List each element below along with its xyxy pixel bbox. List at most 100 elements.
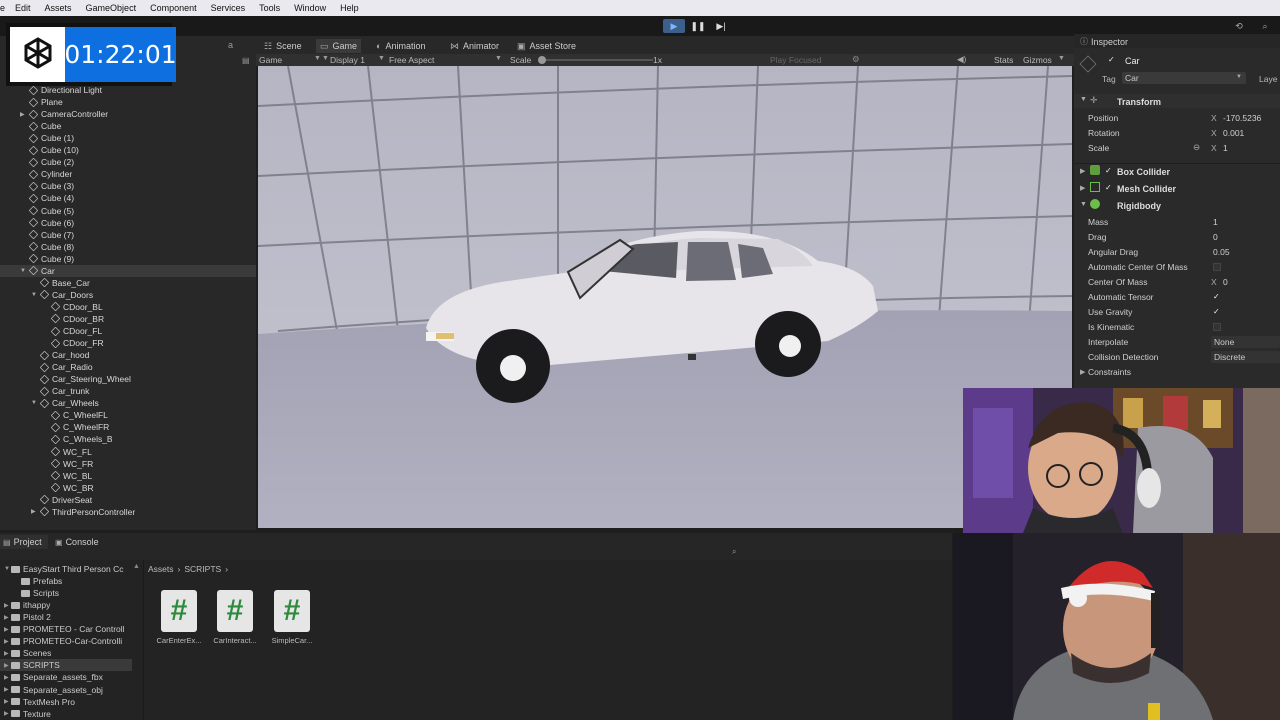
constraints-label[interactable]: Constraints <box>1088 367 1131 379</box>
angular-drag-field[interactable]: 0.05 <box>1213 247 1230 259</box>
expand-right-icon[interactable]: ▶ <box>4 674 11 681</box>
script-asset[interactable]: # SimpleCar... <box>264 590 320 652</box>
hierarchy-item[interactable]: Cube (3) <box>20 180 74 192</box>
display-dropdown[interactable]: Display 1 <box>330 55 365 65</box>
hierarchy-item[interactable]: Cube (5) <box>20 205 74 217</box>
tab-animator[interactable]: ⋈ Animator <box>446 39 503 53</box>
project-folder-item[interactable]: ▶ Pistol 2 <box>4 611 51 623</box>
hierarchy-item[interactable]: Cube (8) <box>20 241 74 253</box>
project-folder-item[interactable]: ▼ EasyStart Third Person Cc <box>4 563 123 575</box>
script-asset[interactable]: # CarInteract... <box>207 590 263 652</box>
menu-item[interactable]: Help <box>334 3 367 13</box>
hierarchy-item[interactable]: ▶ CameraController <box>20 108 108 120</box>
project-folder-item[interactable]: ▶ Separate_assets_obj <box>4 684 103 696</box>
audio-icon[interactable]: ◀) <box>957 54 966 65</box>
aspect-dropdown[interactable]: Free Aspect <box>389 55 434 65</box>
menu-item[interactable]: Tools <box>253 3 288 13</box>
hierarchy-menu-icon[interactable]: ▤ <box>242 56 250 65</box>
transform-header[interactable]: Transform <box>1117 97 1161 107</box>
tab-project[interactable]: ▤ Project <box>0 535 48 549</box>
hierarchy-item[interactable]: CDoor_FR <box>42 337 104 349</box>
step-icon[interactable]: ▶| <box>710 19 732 33</box>
project-folder-item[interactable]: Scripts <box>14 587 59 599</box>
settings-gear-icon[interactable]: ⚙ <box>852 54 860 65</box>
transform-fold-icon[interactable]: ▼ <box>1080 96 1087 103</box>
constraints-fold-icon[interactable]: ▶ <box>1080 368 1085 376</box>
scale-slider[interactable] <box>538 56 653 64</box>
expand-right-icon[interactable]: ▶ <box>4 602 11 609</box>
project-folder-item[interactable]: Prefabs <box>14 575 62 587</box>
project-folder-item[interactable]: ▶ Scenes <box>4 647 51 659</box>
play-icon[interactable]: ▶ <box>663 19 685 33</box>
interpolate-dropdown[interactable]: None <box>1211 336 1280 348</box>
hierarchy-item[interactable]: C_Wheels_B <box>42 433 113 445</box>
hierarchy-item[interactable]: ▶ ThirdPersonController <box>31 506 135 518</box>
expand-right-icon[interactable]: ▶ <box>4 698 11 705</box>
hierarchy-item[interactable]: CDoor_BL <box>42 301 103 313</box>
rotation-x-field[interactable]: 0.001 <box>1223 128 1244 140</box>
expand-right-icon[interactable]: ▶ <box>4 686 11 693</box>
project-folder-item[interactable]: ▶ Separate_assets_fbx <box>4 671 103 683</box>
hierarchy-item[interactable]: ▼ Car_Wheels <box>31 397 99 409</box>
project-folder-item[interactable]: ▶ SCRIPTS <box>0 659 132 672</box>
hierarchy-item[interactable]: Car_Steering_Wheel <box>31 373 131 385</box>
hierarchy-item[interactable]: WC_FL <box>42 446 92 458</box>
box-collider-header[interactable]: Box Collider <box>1117 167 1170 177</box>
object-name[interactable]: Car <box>1125 56 1140 66</box>
hierarchy-item[interactable]: Cube (10) <box>20 144 79 156</box>
menu-item[interactable]: Assets <box>39 3 80 13</box>
menu-item[interactable]: Edit <box>9 3 39 13</box>
expand-right-icon[interactable]: ▶ <box>4 710 11 717</box>
auto-tensor-checkbox[interactable]: ✓ <box>1213 292 1221 301</box>
is-kinematic-checkbox[interactable] <box>1213 323 1221 331</box>
scale-x-field[interactable]: 1 <box>1223 143 1228 155</box>
expand-right-icon[interactable]: ▶ <box>31 508 39 515</box>
expand-right-icon[interactable]: ▶ <box>4 638 11 645</box>
box-collider-checkbox[interactable]: ✓ <box>1105 166 1113 175</box>
hierarchy-item[interactable]: Cube <box>20 120 61 132</box>
menu-item[interactable]: Services <box>205 3 254 13</box>
hierarchy-item[interactable]: Cube (1) <box>20 132 74 144</box>
rigidbody-fold-icon[interactable]: ▼ <box>1080 201 1087 208</box>
expand-right-icon[interactable]: ▶ <box>4 614 11 621</box>
use-gravity-checkbox[interactable]: ✓ <box>1213 307 1221 316</box>
gizmos-toggle[interactable]: Gizmos <box>1023 55 1052 65</box>
expand-down-icon[interactable]: ▼ <box>31 292 39 298</box>
active-checkbox[interactable]: ✓ <box>1108 55 1116 64</box>
com-x-field[interactable]: 0 <box>1223 277 1228 289</box>
hierarchy-item[interactable]: Cube (7) <box>20 229 74 241</box>
hierarchy-item[interactable]: CDoor_BR <box>42 313 104 325</box>
expand-right-icon[interactable]: ▶ <box>4 650 11 657</box>
search-icon[interactable]: ⌕ <box>1254 19 1276 33</box>
breadcrumb-scripts[interactable]: SCRIPTS <box>184 564 221 574</box>
tab-scene[interactable]: ☷ Scene <box>260 39 306 53</box>
expand-down-icon[interactable]: ▼ <box>31 400 39 406</box>
hierarchy-item[interactable]: CDoor_FL <box>42 325 102 337</box>
hierarchy-item[interactable]: Car_Radio <box>31 361 93 373</box>
project-folder-item[interactable]: ▶ Texture <box>4 708 51 720</box>
hierarchy-item[interactable]: WC_BR <box>42 482 94 494</box>
expand-right-icon[interactable]: ▶ <box>4 626 11 633</box>
hierarchy-item[interactable]: Cube (4) <box>20 192 74 204</box>
game-viewport[interactable] <box>258 66 1072 528</box>
lock-icon[interactable]: a <box>228 40 233 50</box>
scale-link-icon[interactable]: ⊖ <box>1193 142 1200 154</box>
game-dropdown[interactable]: Game <box>259 55 282 65</box>
menu-item[interactable]: e <box>0 3 9 13</box>
tab-console[interactable]: ▣ Console <box>52 535 105 549</box>
project-folder-item[interactable]: ▶ PROMETEO-Car-Controlli <box>4 635 122 647</box>
history-icon[interactable]: ⟲ <box>1228 19 1250 33</box>
script-asset[interactable]: # CarEnterEx... <box>151 590 207 652</box>
hierarchy-item[interactable]: Cube (9) <box>20 253 74 265</box>
hierarchy-item[interactable]: Cube (6) <box>20 217 74 229</box>
hierarchy-item[interactable]: C_WheelFR <box>42 421 109 433</box>
stats-toggle[interactable]: Stats <box>994 55 1013 65</box>
collision-detection-dropdown[interactable]: Discrete <box>1211 351 1280 363</box>
tag-dropdown[interactable]: Car ▼ <box>1122 72 1246 84</box>
expand-right-icon[interactable]: ▶ <box>20 111 28 118</box>
hierarchy-item[interactable]: ▼ Car <box>0 264 256 277</box>
play-focused-dropdown[interactable]: Play Focused <box>770 55 822 65</box>
hierarchy-item[interactable]: Base_Car <box>31 277 90 289</box>
project-search-icon[interactable]: ⌕ <box>732 547 736 557</box>
menu-item[interactable]: GameObject <box>80 3 145 13</box>
